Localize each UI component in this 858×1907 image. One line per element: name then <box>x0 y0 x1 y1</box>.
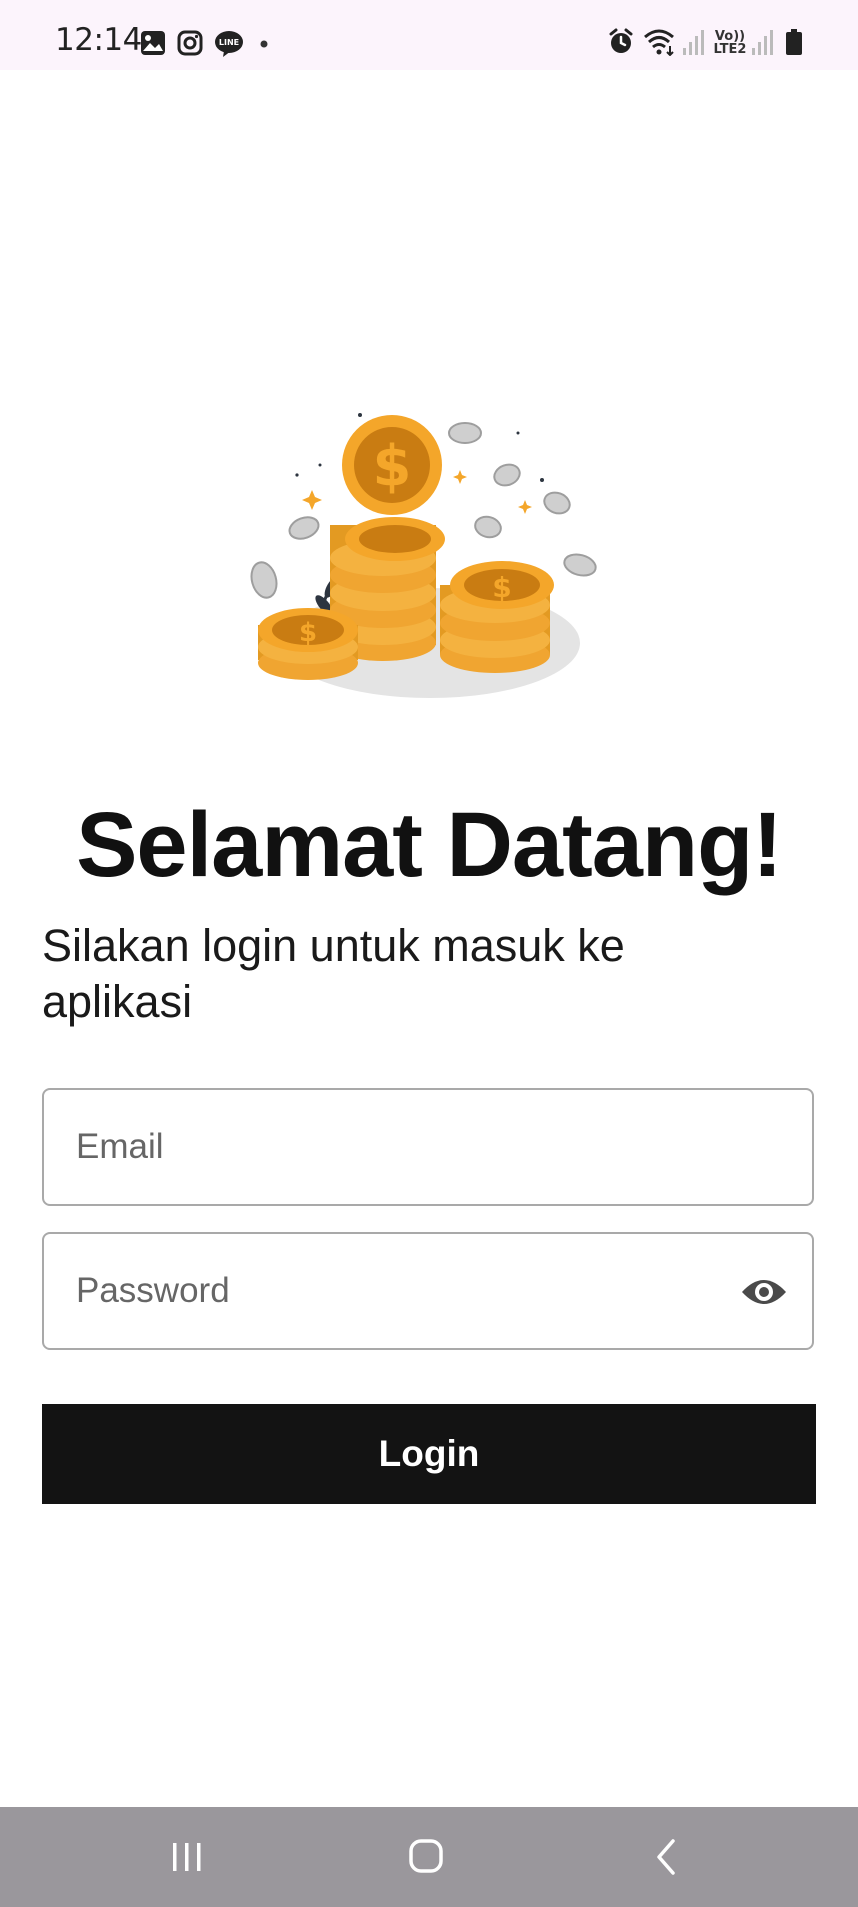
wifi-icon <box>644 29 674 56</box>
email-field-container <box>42 1088 814 1206</box>
front-coin-stack: $ <box>258 608 358 680</box>
svg-text:$: $ <box>373 434 412 499</box>
signal-icon <box>683 30 704 55</box>
instagram-icon <box>177 30 203 56</box>
line-app-icon: LINE <box>215 31 243 57</box>
navigation-bar <box>0 1807 858 1907</box>
battery-icon <box>786 29 802 55</box>
page-subtitle: Silakan login untuk masuk ke aplikasi <box>42 920 625 1027</box>
volte-icon: Vo)) LTE2 <box>713 29 747 57</box>
signal-icon <box>752 30 773 55</box>
svg-text:LINE: LINE <box>219 38 239 47</box>
gallery-icon <box>141 31 165 55</box>
big-dollar-coin: $ <box>342 415 442 515</box>
recents-icon[interactable] <box>157 1835 217 1879</box>
svg-text:$: $ <box>299 618 317 648</box>
page-title: Selamat Datang! <box>76 794 783 896</box>
eye-icon[interactable] <box>740 1272 788 1312</box>
right-coin-stack: $ <box>440 561 554 673</box>
login-button[interactable]: Login <box>42 1404 816 1504</box>
home-icon[interactable] <box>397 1835 457 1879</box>
back-icon[interactable] <box>637 1835 697 1879</box>
notification-dot-icon <box>260 40 268 48</box>
password-field-container <box>42 1232 814 1350</box>
status-time: 12:14 <box>55 22 142 58</box>
password-field[interactable] <box>44 1234 812 1348</box>
svg-text:$: $ <box>492 571 511 604</box>
status-bar: 12:14 LINE Vo)) LTE2 <box>0 0 858 70</box>
alarm-icon <box>609 28 633 53</box>
coins-stack-illustration: $ $ $ <box>250 413 597 698</box>
email-field[interactable] <box>44 1090 812 1204</box>
